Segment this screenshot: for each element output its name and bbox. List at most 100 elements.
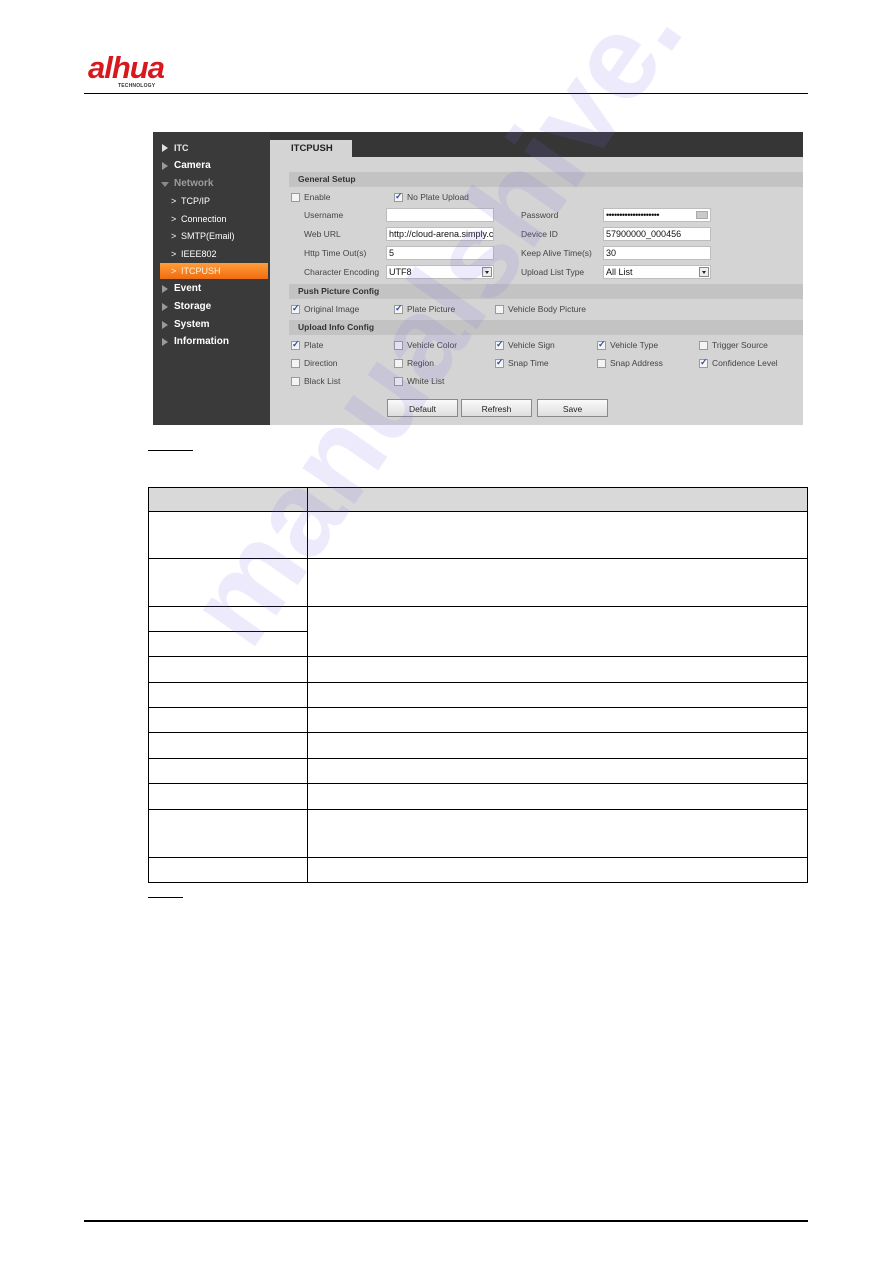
table-cell <box>307 656 808 683</box>
direction-label: Direction <box>304 358 338 368</box>
save-button[interactable]: Save <box>537 399 608 417</box>
sidebar-item-camera[interactable]: Camera <box>153 158 270 174</box>
vehicle-sign-label: Vehicle Sign <box>508 340 555 350</box>
table-row <box>148 857 808 883</box>
vehicle-body-picture-checkbox[interactable] <box>495 305 504 314</box>
trigger-source-label: Trigger Source <box>712 340 768 350</box>
table-row <box>148 511 808 559</box>
sidebar-item-itc[interactable]: ITC <box>153 140 270 156</box>
sidebar-item-storage[interactable]: Storage <box>153 299 270 315</box>
black-list-label: Black List <box>304 376 341 386</box>
vehicle-sign-checkbox[interactable] <box>495 339 504 350</box>
enable-checkbox[interactable] <box>291 193 300 202</box>
direction-checkbox[interactable] <box>291 359 300 368</box>
table-header-cell <box>307 487 808 512</box>
sidebar-item-information[interactable]: Information <box>153 334 270 350</box>
password-field[interactable]: •••••••••••••••••••• <box>603 208 711 222</box>
vehicle-type-label: Vehicle Type <box>610 340 659 350</box>
table-cell <box>307 783 808 810</box>
logo-tagline: TECHNOLOGY <box>118 83 156 89</box>
triangle-right-icon <box>162 303 168 311</box>
plate-label: Plate <box>304 340 324 350</box>
trigger-source-checkbox[interactable] <box>699 341 708 350</box>
device-id-label: Device ID <box>521 229 558 239</box>
web-url-label: Web URL <box>304 229 341 239</box>
snap-address-label: Snap Address <box>610 358 663 368</box>
username-field[interactable] <box>386 208 494 222</box>
itcpush-screenshot: ITC Camera Network > TCP/IP > Connection… <box>153 132 803 425</box>
sidebar-item-event[interactable]: Event <box>153 281 270 297</box>
white-list-checkbox[interactable] <box>394 377 403 386</box>
char-encoding-value: UTF8 <box>389 267 412 277</box>
char-encoding-select[interactable]: UTF8 <box>386 265 494 279</box>
sidebar-subitem-smtp[interactable]: > SMTP(Email) <box>160 228 268 244</box>
region-checkbox[interactable] <box>394 359 403 368</box>
sidebar-item-system[interactable]: System <box>153 317 270 333</box>
vehicle-color-label: Vehicle Color <box>407 340 458 350</box>
region-label: Region <box>407 358 434 368</box>
sidebar-subitem-connection[interactable]: > Connection <box>160 211 268 227</box>
dropdown-arrow-icon[interactable] <box>482 267 492 277</box>
web-url-field[interactable]: http://cloud-arena.simply.c <box>386 227 494 241</box>
note-mark <box>148 897 183 898</box>
upload-list-type-value: All List <box>606 267 633 277</box>
itcpush-content: General Setup Enable No Plate Upload Use… <box>270 158 803 425</box>
default-button[interactable]: Default <box>387 399 458 417</box>
tab-itcpush[interactable]: ITCPUSH <box>270 140 352 158</box>
http-timeout-field[interactable]: 5 <box>386 246 494 260</box>
header-rule <box>84 93 808 94</box>
vehicle-type-checkbox[interactable] <box>597 339 606 350</box>
password-value: •••••••••••••••••••• <box>606 210 660 220</box>
table-cell <box>307 558 808 607</box>
upload-list-type-select[interactable]: All List <box>603 265 711 279</box>
black-list-checkbox[interactable] <box>291 377 300 386</box>
keep-alive-field[interactable]: 30 <box>603 246 711 260</box>
keyboard-icon[interactable] <box>696 211 708 219</box>
section-general-setup: General Setup <box>289 172 803 187</box>
snap-address-checkbox[interactable] <box>597 359 606 368</box>
table-row <box>148 606 808 657</box>
refresh-button[interactable]: Refresh <box>461 399 532 417</box>
no-plate-upload-label: No Plate Upload <box>407 192 469 202</box>
plate-picture-checkbox[interactable] <box>394 303 403 314</box>
table-row <box>148 732 808 759</box>
triangle-right-icon <box>162 321 168 329</box>
chevron-right-icon: > <box>171 196 177 206</box>
dahua-logo: alhua TECHNOLOGY <box>88 50 198 92</box>
plate-picture-label: Plate Picture <box>407 304 456 314</box>
table-row <box>148 783 808 810</box>
sidebar-item-network[interactable]: Network <box>153 176 270 192</box>
table-cell <box>307 606 808 657</box>
section-upload-info: Upload Info Config <box>289 320 803 335</box>
table-cell <box>148 682 308 708</box>
no-plate-upload-checkbox[interactable] <box>394 191 403 202</box>
section-push-picture: Push Picture Config <box>289 284 803 299</box>
triangle-right-icon <box>162 144 168 152</box>
parameter-table <box>148 487 808 883</box>
sidebar-subitem-tcpip[interactable]: > TCP/IP <box>160 193 268 209</box>
chevron-right-icon: > <box>171 249 177 259</box>
chevron-right-icon: > <box>171 214 177 224</box>
table-cell <box>148 631 308 657</box>
device-id-field[interactable]: 57900000_000456 <box>603 227 711 241</box>
snap-time-checkbox[interactable] <box>495 357 504 368</box>
table-row <box>148 809 808 858</box>
table-cell <box>307 707 808 733</box>
sidebar-subitem-ieee802[interactable]: > IEEE802 <box>160 246 268 262</box>
chevron-right-icon: > <box>171 231 177 241</box>
vehicle-color-checkbox[interactable] <box>394 341 403 350</box>
sidebar-subitem-itcpush[interactable]: > ITCPUSH <box>160 263 268 279</box>
original-image-checkbox[interactable] <box>291 303 300 314</box>
table-row <box>148 758 808 784</box>
table-cell <box>148 656 308 683</box>
plate-checkbox[interactable] <box>291 339 300 350</box>
table-row <box>148 707 808 733</box>
table-cell <box>307 758 808 784</box>
upload-list-type-label: Upload List Type <box>521 267 585 277</box>
table-header-row <box>148 487 808 512</box>
triangle-down-icon <box>161 182 169 187</box>
confidence-level-checkbox[interactable] <box>699 357 708 368</box>
enable-label: Enable <box>304 192 331 202</box>
dropdown-arrow-icon[interactable] <box>699 267 709 277</box>
table-cell <box>148 809 308 858</box>
